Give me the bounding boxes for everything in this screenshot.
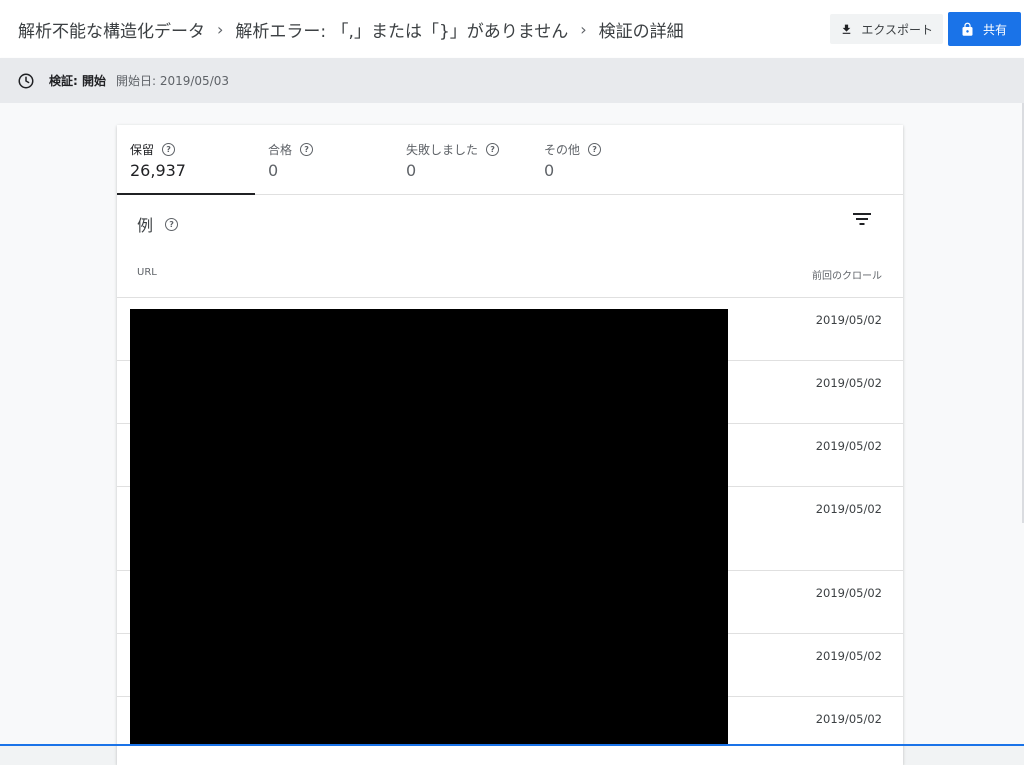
crawl-date: 2019/05/02 (815, 649, 882, 663)
download-icon (843, 24, 851, 34)
page-title: 検証の詳細 (598, 21, 684, 42)
tab-other[interactable]: その他? 0 (531, 125, 669, 194)
tab-passed[interactable]: 合格? 0 (255, 125, 393, 194)
breadcrumb-item-error[interactable]: 解析エラー: 「,」または「}」がありません (235, 17, 568, 42)
lock-icon (962, 22, 973, 36)
help-icon[interactable]: ? (162, 143, 176, 156)
breadcrumb: 解析不能な構造化データ › 解析エラー: 「,」または「}」がありません › 検… (0, 17, 684, 42)
section-title: 例 (137, 216, 154, 235)
crawl-date: 2019/05/02 (815, 376, 882, 390)
tab-label: 失敗しました (406, 143, 479, 157)
header-actions: エクスポート 共有 (830, 12, 1021, 46)
crawl-date: 2019/05/02 (815, 313, 882, 327)
clock-icon (18, 73, 34, 88)
breadcrumb-item-report[interactable]: 解析不能な構造化データ (18, 17, 205, 42)
status-start-date: 開始日: 2019/05/03 (115, 74, 230, 88)
examples-heading: 例 ? (137, 212, 179, 236)
share-label: 共有 (982, 22, 1007, 37)
tab-count: 26,937 (130, 161, 186, 180)
status-tabs: 保留? 26,937 合格? 0 失敗しました? 0 その他? 0 (117, 125, 903, 195)
status-label: 検証: 開始 (49, 74, 106, 88)
help-icon[interactable]: ? (165, 217, 179, 231)
chevron-right-icon: › (217, 19, 224, 39)
crawl-date: 2019/05/02 (815, 712, 882, 726)
crawl-date: 2019/05/02 (815, 586, 882, 600)
help-icon[interactable]: ? (486, 143, 500, 156)
export-button[interactable]: エクスポート (830, 14, 943, 44)
column-header-last-crawl[interactable]: 前回のクロール (812, 267, 882, 282)
tab-label: 保留 (130, 143, 155, 157)
chevron-right-icon: › (580, 19, 587, 39)
tab-label: 合格 (268, 143, 293, 157)
tab-pending[interactable]: 保留? 26,937 (117, 125, 255, 195)
redacted-url-area (130, 309, 728, 746)
top-app-bar: 解析不能な構造化データ › 解析エラー: 「,」または「}」がありません › 検… (0, 0, 1024, 58)
tab-label: その他 (544, 143, 581, 157)
crawl-date: 2019/05/02 (815, 502, 882, 516)
tab-count: 0 (544, 161, 555, 180)
share-button[interactable]: 共有 (947, 12, 1021, 46)
tab-failed[interactable]: 失敗しました? 0 (393, 125, 531, 194)
tab-count: 0 (268, 161, 279, 180)
validation-status-bar: 検証: 開始 開始日: 2019/05/03 (0, 58, 1024, 103)
help-icon[interactable]: ? (588, 143, 602, 156)
tab-count: 0 (406, 161, 417, 180)
column-header-url[interactable]: URL (137, 267, 157, 278)
help-icon[interactable]: ? (300, 143, 314, 156)
export-label: エクスポート (861, 22, 933, 37)
crawl-date: 2019/05/02 (815, 439, 882, 453)
filter-icon[interactable] (853, 211, 871, 227)
active-tab-indicator (117, 193, 255, 195)
